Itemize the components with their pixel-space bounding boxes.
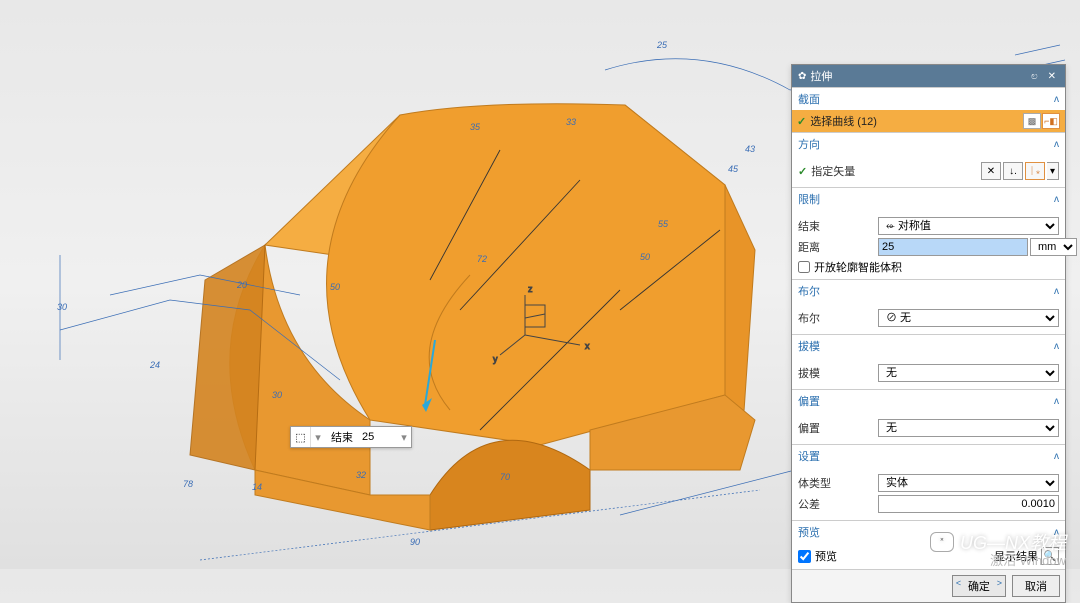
ok-button[interactable]: 确定: [952, 575, 1006, 597]
section-header-boolean[interactable]: 布尔 ʌ: [792, 279, 1065, 302]
section-header-limit[interactable]: 限制 ʌ: [792, 187, 1065, 210]
section-header-section[interactable]: 截面 ʌ: [792, 87, 1065, 110]
extrude-panel: ✿ 拉伸 ಲ ✕ 截面 ʌ ✓ 选择曲线 (12) ▩ ⌐◧ 方向 ʌ ✓ 指定…: [791, 64, 1066, 603]
svg-text:43: 43: [745, 144, 755, 154]
unit-select[interactable]: mm: [1030, 238, 1077, 256]
floating-end-value[interactable]: [359, 431, 397, 443]
collapse-icon[interactable]: ʌ: [1054, 194, 1059, 205]
floating-end-label: 结束: [325, 429, 359, 445]
svg-text:32: 32: [356, 470, 366, 480]
draft-title: 拔模: [798, 338, 820, 354]
svg-text:30: 30: [57, 302, 67, 312]
panel-title-text: 拉伸: [810, 68, 1024, 84]
end-label: 结束: [798, 218, 878, 234]
gear-icon[interactable]: ✿: [798, 71, 806, 82]
floating-dimension-input[interactable]: ⬚ ▾ 结束 ▾: [290, 426, 412, 448]
settings-title: 设置: [798, 448, 820, 464]
specify-vector-label: 指定矢量: [811, 163, 981, 179]
boolean-label: 布尔: [798, 310, 878, 326]
solid-body: [190, 104, 755, 530]
section-header-offset[interactable]: 偏置 ʌ: [792, 389, 1065, 412]
svg-text:z: z: [528, 284, 533, 294]
svg-text:72: 72: [477, 254, 487, 264]
svg-text:50: 50: [330, 282, 340, 292]
limit-title: 限制: [798, 191, 820, 207]
svg-text:90: 90: [410, 537, 420, 547]
open-profile-checkbox[interactable]: [798, 261, 810, 273]
offset-select[interactable]: 无: [878, 419, 1059, 437]
collapse-icon[interactable]: ʌ: [1054, 396, 1059, 407]
floating-icon: ⬚: [291, 427, 311, 447]
preview-title: 预览: [798, 524, 820, 540]
boolean-title: 布尔: [798, 283, 820, 299]
svg-text:55: 55: [658, 219, 669, 229]
select-curve-text: 选择曲线 (12): [810, 113, 1023, 129]
vector-dropdown[interactable]: ▾: [1047, 162, 1059, 180]
tolerance-input[interactable]: [878, 495, 1059, 513]
section-header-settings[interactable]: 设置 ʌ: [792, 444, 1065, 467]
svg-text:35: 35: [470, 122, 481, 132]
svg-text:y: y: [493, 354, 498, 364]
preview-checkbox[interactable]: [798, 550, 811, 563]
check-icon: ✓: [798, 165, 807, 178]
collapse-icon[interactable]: ʌ: [1054, 139, 1059, 150]
svg-text:50: 50: [640, 252, 650, 262]
wechat-icon: ༝: [930, 532, 954, 552]
check-icon: ✓: [797, 115, 806, 128]
collapse-icon[interactable]: ʌ: [1054, 94, 1059, 105]
offset-label: 偏置: [798, 420, 878, 436]
panel-close-icon[interactable]: ✕: [1045, 71, 1059, 82]
section-header-draft[interactable]: 拔模 ʌ: [792, 334, 1065, 357]
end-type-select[interactable]: ⬰ 对称值: [878, 217, 1059, 235]
panel-titlebar[interactable]: ✿ 拉伸 ಲ ✕: [792, 65, 1065, 87]
offset-title: 偏置: [798, 393, 820, 409]
svg-text:45: 45: [728, 164, 739, 174]
svg-text:25: 25: [656, 40, 668, 50]
svg-text:30: 30: [272, 390, 282, 400]
vector-constructor-icon[interactable]: ᛁ⁎: [1025, 162, 1045, 180]
section-header-direction[interactable]: 方向 ʌ: [792, 132, 1065, 155]
select-mode-icon[interactable]: ▩: [1023, 113, 1041, 129]
collapse-icon[interactable]: ʌ: [1054, 451, 1059, 462]
distance-label: 距离: [798, 239, 878, 255]
draft-select[interactable]: 无: [878, 364, 1059, 382]
body-type-label: 体类型: [798, 475, 878, 491]
svg-text:78: 78: [183, 479, 193, 489]
floating-dropdown1[interactable]: ▾: [311, 431, 325, 444]
svg-text:24: 24: [149, 360, 160, 370]
floating-dropdown2[interactable]: ▾: [397, 431, 411, 444]
direction-title: 方向: [798, 136, 820, 152]
boolean-select[interactable]: ⊘ 无: [878, 309, 1059, 327]
svg-text:x: x: [585, 341, 590, 351]
distance-input[interactable]: [878, 238, 1028, 256]
vector-picker-icon[interactable]: ↓.: [1003, 162, 1023, 180]
section-title: 截面: [798, 91, 820, 107]
svg-text:33: 33: [566, 117, 576, 127]
select-curve-row[interactable]: ✓ 选择曲线 (12) ▩ ⌐◧: [792, 110, 1065, 132]
collapse-icon[interactable]: ʌ: [1054, 341, 1059, 352]
panel-reset-icon[interactable]: ಲ: [1028, 71, 1040, 82]
activate-windows: 激活 Window: [990, 550, 1066, 569]
collapse-icon[interactable]: ʌ: [1054, 286, 1059, 297]
body-type-select[interactable]: 实体: [878, 474, 1059, 492]
svg-text:20: 20: [236, 280, 247, 290]
svg-text:14: 14: [252, 482, 262, 492]
cancel-button[interactable]: 取消: [1012, 575, 1060, 597]
sketch-icon[interactable]: ⌐◧: [1042, 113, 1060, 129]
open-profile-label: 开放轮廓智能体积: [814, 259, 902, 275]
reverse-direction-icon[interactable]: ✕: [981, 162, 1001, 180]
tolerance-label: 公差: [798, 496, 878, 512]
draft-label: 拔模: [798, 365, 878, 381]
svg-text:70: 70: [500, 472, 510, 482]
